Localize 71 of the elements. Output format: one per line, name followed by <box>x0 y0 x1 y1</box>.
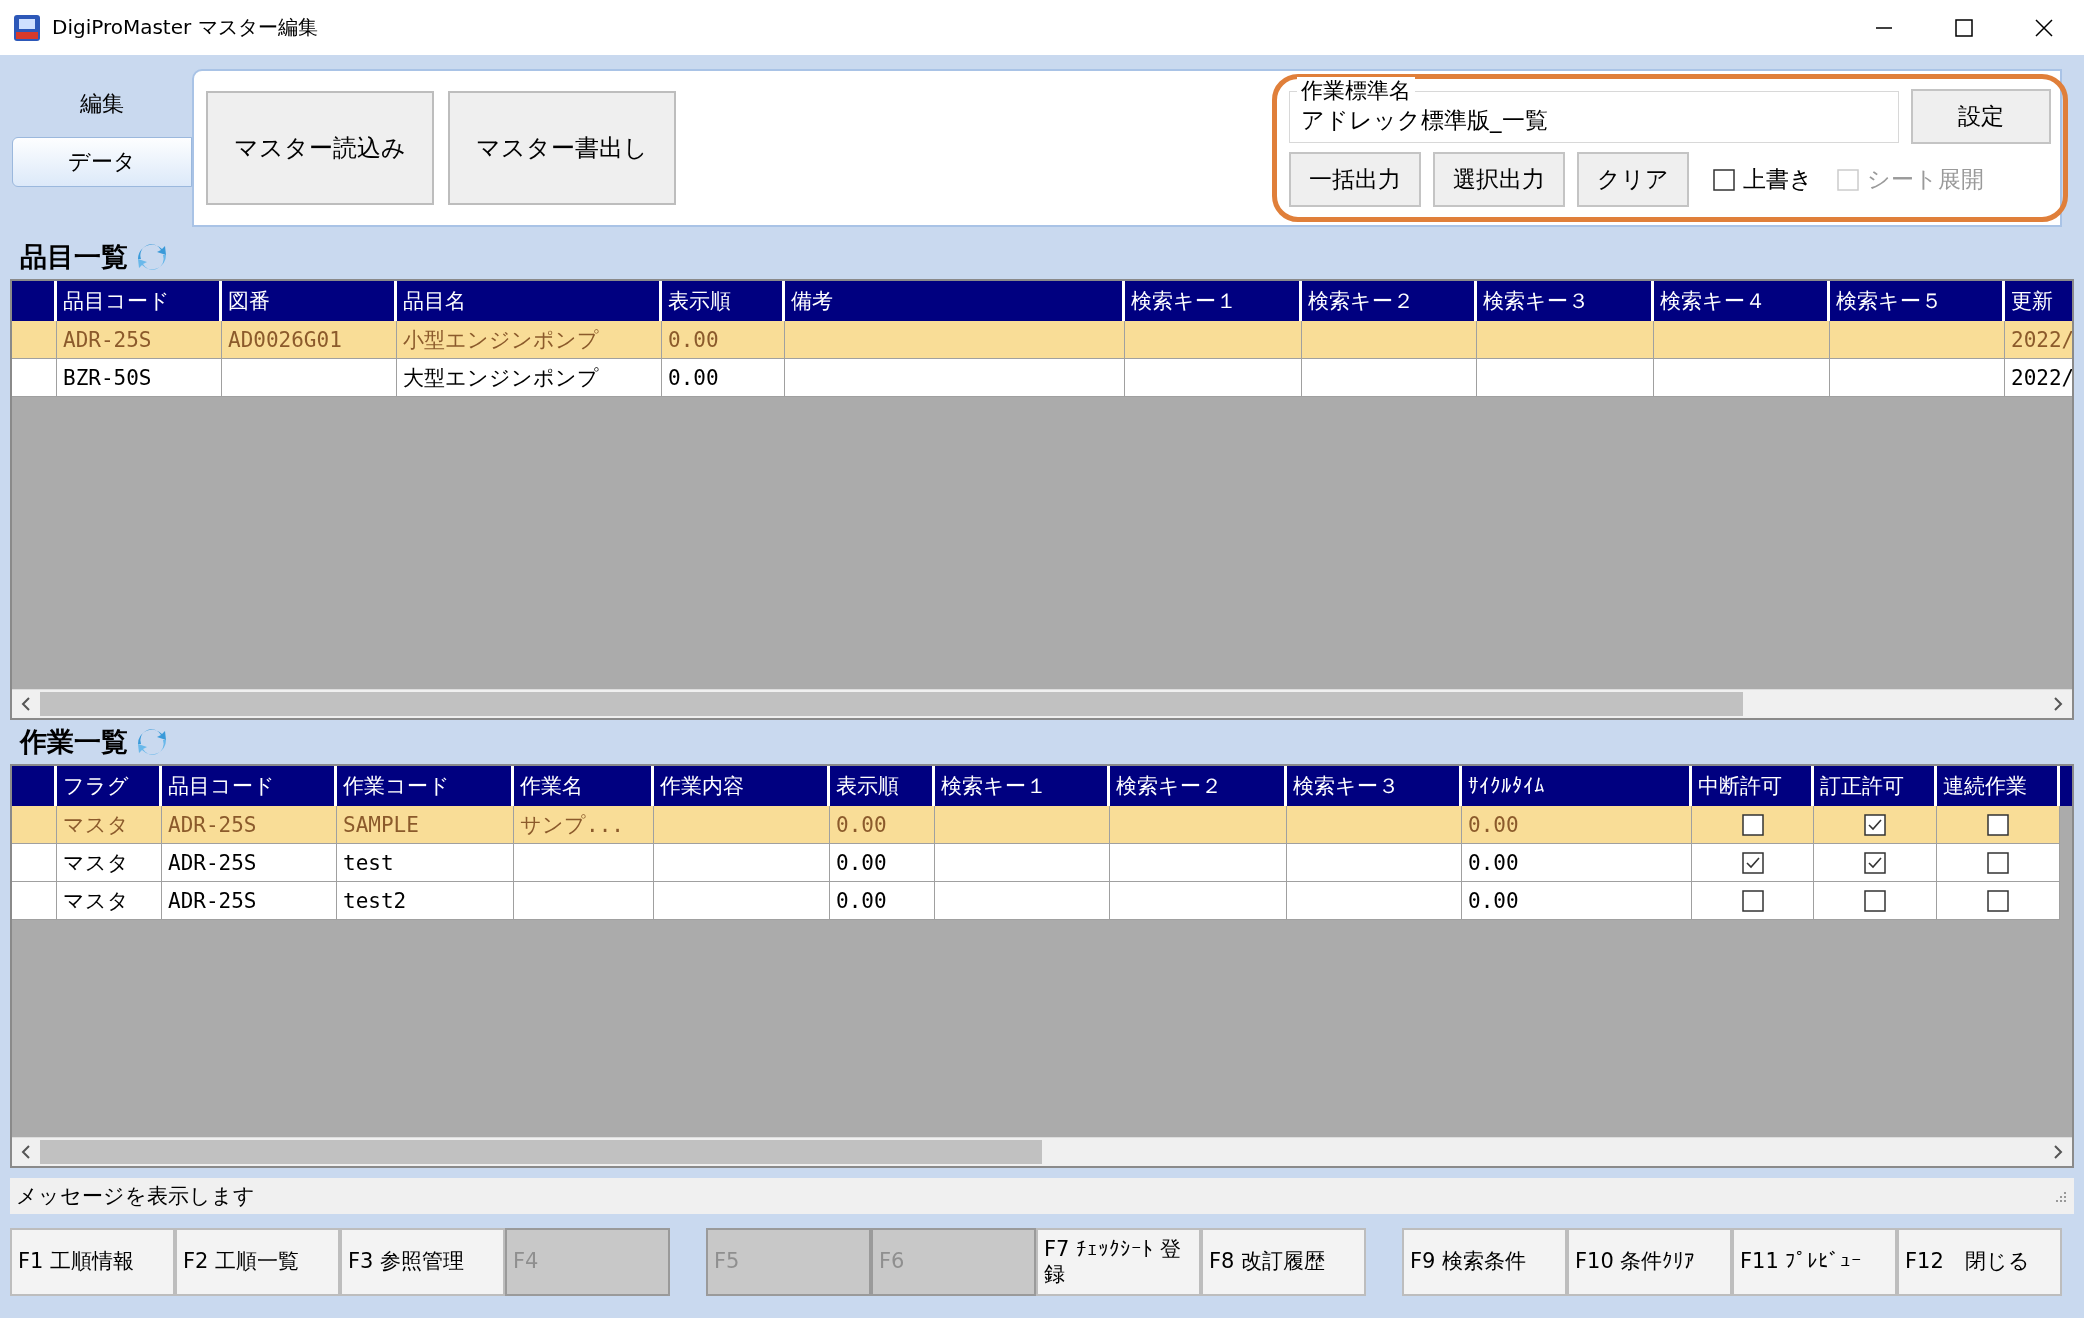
table-row[interactable]: マスタ ADR-25S SAMPLE サンプ... 0.00 0.00 <box>12 806 2072 844</box>
table-cell: サンプ... <box>514 806 654 844</box>
table-cell: 0.00 <box>662 321 785 359</box>
horizontal-scrollbar[interactable] <box>12 689 2072 718</box>
action-button[interactable]: 選択出力 <box>1433 152 1565 207</box>
ribbon-button[interactable]: マスター書出し <box>448 91 676 205</box>
checkbox[interactable] <box>1741 813 1764 836</box>
table-cell: マスタ <box>57 844 162 882</box>
function-key-button[interactable]: F2 工順一覧 <box>175 1228 340 1296</box>
ribbon-tab[interactable]: データ <box>12 137 192 187</box>
table-cell: SAMPLE <box>337 806 514 844</box>
table-cell: 大型エンジンポンプ <box>397 359 662 397</box>
text-field[interactable]: 作業標準名 アドレック標準版_一覧 <box>1289 76 1899 143</box>
row-header[interactable] <box>12 882 57 920</box>
table-cell: 2022/ <box>2005 321 2072 359</box>
table-cell: 0.00 <box>830 806 935 844</box>
table-row[interactable]: BZR-50S 大型エンジンポンプ 0.00 2022/ <box>12 359 2072 397</box>
horizontal-scrollbar[interactable] <box>12 1137 2072 1166</box>
function-key-button[interactable]: F11 ﾌﾟﾚﾋﾞｭｰ <box>1732 1228 1897 1296</box>
checkbox[interactable] <box>1987 813 2009 836</box>
function-key-button[interactable]: F9 検索条件 <box>1402 1228 1567 1296</box>
table-cell: 0.00 <box>1462 806 1692 844</box>
table-cell: test2 <box>337 882 514 920</box>
checkbox[interactable] <box>1864 851 1886 874</box>
table-cell: 2022/ <box>2005 359 2072 397</box>
table-row[interactable]: ADR-25S AD0026G01 小型エンジンポンプ 0.00 2022/ <box>12 321 2072 359</box>
function-key-button[interactable]: F12 閉じる <box>1897 1228 2062 1296</box>
table-row[interactable]: マスタ ADR-25S test2 0.00 0.00 <box>12 882 2072 920</box>
action-button[interactable]: クリア <box>1577 152 1689 207</box>
function-key-button[interactable]: F8 改訂履歴 <box>1201 1228 1366 1296</box>
close-button[interactable] <box>2034 17 2054 38</box>
function-key-button[interactable]: F7 ﾁｪｯｸｼｰﾄ 登録 <box>1036 1228 1201 1296</box>
section-title: 品目一覧 <box>20 240 128 274</box>
checkbox[interactable] <box>1713 168 1735 191</box>
checkbox[interactable] <box>1741 889 1764 912</box>
table-cell: ADR-25S <box>57 321 222 359</box>
app-icon <box>12 12 42 43</box>
table-cell: マスタ <box>57 806 162 844</box>
action-button[interactable]: 一括出力 <box>1289 152 1421 207</box>
row-header[interactable] <box>12 844 57 882</box>
function-key-button[interactable]: F3 参照管理 <box>340 1228 505 1296</box>
maximize-button[interactable] <box>1954 17 1974 38</box>
table-cell: BZR-50S <box>57 359 222 397</box>
checkbox[interactable] <box>1864 813 1886 836</box>
checkbox[interactable] <box>1987 851 2009 874</box>
table-cell: AD0026G01 <box>222 321 397 359</box>
row-header[interactable] <box>12 359 57 397</box>
set-button[interactable]: 設定 <box>1911 89 2051 144</box>
table-cell: ADR-25S <box>162 844 337 882</box>
table-row[interactable]: マスタ ADR-25S test 0.00 0.00 <box>12 844 2072 882</box>
table-cell: 0.00 <box>830 844 935 882</box>
table-cell: 0.00 <box>1462 882 1692 920</box>
table-cell: ADR-25S <box>162 882 337 920</box>
checkbox[interactable] <box>1864 889 1886 912</box>
ribbon-tab[interactable]: 編集 <box>12 79 192 129</box>
function-key-button[interactable]: F10 条件ｸﾘｱ <box>1567 1228 1732 1296</box>
table-cell: 小型エンジンポンプ <box>397 321 662 359</box>
section-title: 作業一覧 <box>20 725 128 759</box>
table-cell: 0.00 <box>1462 844 1692 882</box>
ribbon-button[interactable]: マスター読込み <box>206 91 434 205</box>
table-cell: ADR-25S <box>162 806 337 844</box>
function-key-button[interactable]: F1 工順情報 <box>10 1228 175 1296</box>
table-cell: test <box>337 844 514 882</box>
checkbox-label[interactable]: 上書き <box>1743 164 1813 195</box>
window-title: DigiProMaster マスター編集 <box>52 14 319 41</box>
table-cell: 0.00 <box>662 359 785 397</box>
checkbox[interactable] <box>1987 889 2009 912</box>
checkbox[interactable] <box>1741 851 1764 874</box>
table-cell: マスタ <box>57 882 162 920</box>
status-message: メッセージを表示します <box>16 1183 255 1210</box>
table-cell: 0.00 <box>830 882 935 920</box>
